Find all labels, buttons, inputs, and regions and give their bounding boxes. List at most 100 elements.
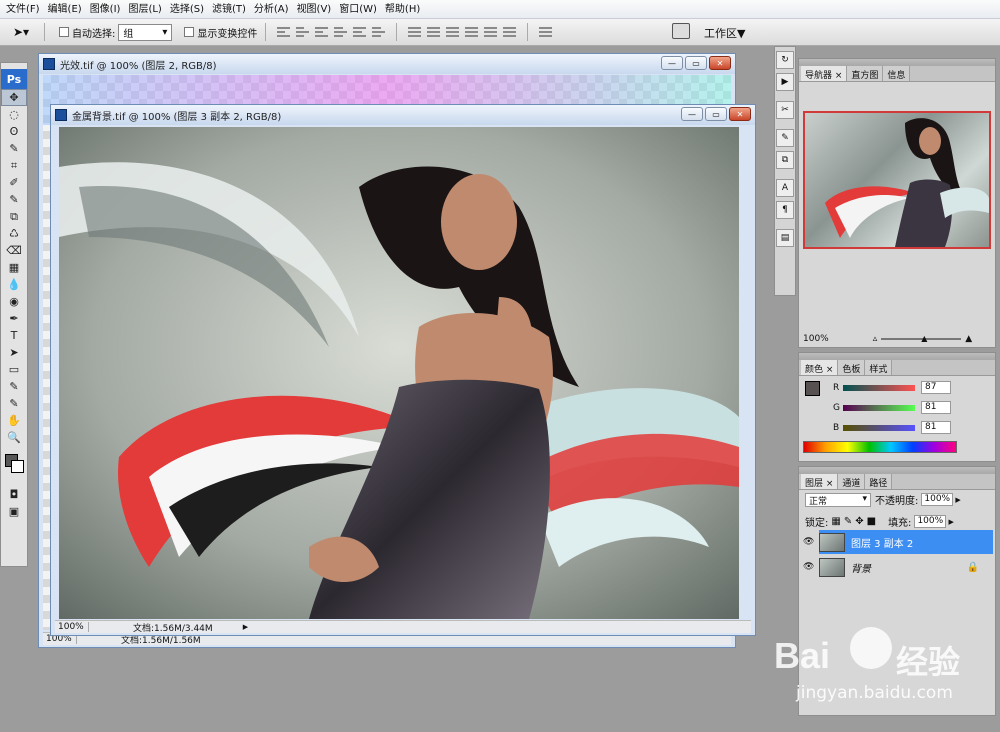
marquee-tool-icon[interactable]: ◌ — [1, 106, 27, 123]
menu-help[interactable]: 帮助(H) — [381, 0, 424, 19]
paragraph-panel-icon[interactable]: ¶ — [776, 201, 794, 219]
doc-titlebar-front[interactable]: 金属背景.tif @ 100% (图层 3 副本 2, RGB/8) — ▭ ✕ — [51, 105, 755, 125]
align-bottom-icon[interactable] — [315, 25, 329, 39]
healing-brush-tool-icon[interactable]: ✎ — [1, 191, 27, 208]
crop-tool-icon[interactable]: ⌗ — [1, 157, 27, 174]
align-top-icon[interactable] — [277, 25, 291, 39]
menu-layer[interactable]: 图层(L) — [124, 0, 165, 19]
menu-image[interactable]: 图像(I) — [86, 0, 125, 19]
history-panel-icon[interactable]: ↻ — [776, 51, 794, 69]
zoom-slider-thumb[interactable]: ▲ — [921, 334, 927, 343]
red-value[interactable]: 87 — [921, 381, 951, 394]
color-spectrum-bar[interactable] — [803, 441, 957, 453]
gradient-tool-icon[interactable]: ▦ — [1, 259, 27, 276]
show-transform-checkbox[interactable] — [184, 27, 195, 37]
menu-window[interactable]: 窗口(W) — [335, 0, 381, 19]
quick-mask-icon[interactable]: ◘ — [1, 486, 27, 503]
magic-wand-tool-icon[interactable]: ✎ — [1, 140, 27, 157]
workspace-menu[interactable]: 工作区▼ — [704, 25, 745, 41]
zoom-tool-icon[interactable]: 🔍 — [1, 429, 27, 446]
green-value[interactable]: 81 — [921, 401, 951, 414]
distribute-hcenter-icon[interactable] — [484, 25, 498, 39]
navigator-preview[interactable] — [803, 111, 991, 249]
visibility-eye-icon[interactable]: 👁 — [803, 537, 814, 547]
show-transform-option[interactable]: 显示变换控件 — [184, 25, 257, 40]
tab-channels[interactable]: 通道 — [838, 474, 866, 489]
eyedropper-tool-icon[interactable]: ✐ — [1, 174, 27, 191]
workspace-icon[interactable] — [672, 23, 690, 39]
close-button[interactable]: ✕ — [709, 56, 731, 70]
lock-transparent-icon[interactable]: ▦ — [831, 516, 840, 527]
stamp-tool-icon[interactable]: ⧉ — [1, 208, 27, 225]
opacity-arrow-icon[interactable]: ▶ — [955, 496, 960, 504]
layer-row-active[interactable]: 图层 3 副本 2 — [819, 530, 993, 554]
distribute-bottom-icon[interactable] — [446, 25, 460, 39]
history-brush-tool-icon[interactable]: ♺ — [1, 225, 27, 242]
layer-comps-icon[interactable]: ▤ — [776, 229, 794, 247]
layer-row[interactable]: 背景 🔒 — [819, 555, 993, 579]
doc-size-info[interactable]: 文档:1.56M/3.44M — [133, 621, 213, 634]
canvas-front[interactable] — [59, 127, 739, 619]
menu-edit[interactable]: 编辑(E) — [44, 0, 86, 19]
tab-layers[interactable]: 图层 × — [801, 474, 839, 489]
tab-styles[interactable]: 样式 — [865, 360, 893, 375]
screen-mode-icon[interactable]: ▣ — [1, 503, 27, 520]
green-slider[interactable] — [843, 404, 915, 411]
align-hcenter-icon[interactable] — [353, 25, 367, 39]
zoom-out-icon[interactable]: ▵ — [873, 334, 878, 344]
type-tool-icon[interactable]: T — [1, 327, 27, 344]
move-tool-icon[interactable]: ✥ — [1, 89, 27, 106]
pen-tool-icon[interactable]: ✒ — [1, 310, 27, 327]
doc-window-front[interactable]: 金属背景.tif @ 100% (图层 3 副本 2, RGB/8) — ▭ ✕ — [50, 104, 756, 636]
blur-tool-icon[interactable]: 💧 — [1, 276, 27, 293]
tab-histogram[interactable]: 直方图 — [847, 66, 884, 81]
move-tool-preset-icon[interactable]: ➤▾ — [6, 22, 36, 42]
notes-tool-icon[interactable]: ✎ — [1, 378, 27, 395]
menu-analysis[interactable]: 分析(A) — [250, 0, 293, 19]
distribute-left-icon[interactable] — [465, 25, 479, 39]
distribute-right-icon[interactable] — [503, 25, 517, 39]
menu-filter[interactable]: 滤镜(T) — [208, 0, 250, 19]
tab-swatches[interactable]: 色板 — [838, 360, 866, 375]
navigator-zoom-value[interactable]: 100% — [803, 334, 829, 344]
lock-all-icon[interactable]: ■ — [867, 516, 876, 527]
zoom-in-icon[interactable]: ▲ — [965, 334, 972, 344]
zoom-slider[interactable]: ▲ — [881, 334, 962, 343]
red-slider[interactable] — [843, 384, 915, 391]
tab-navigator[interactable]: 导航器 × — [801, 66, 848, 81]
blend-mode-dropdown[interactable]: 正常 ▾ — [805, 492, 871, 507]
zoom-level[interactable]: 100% — [55, 622, 89, 632]
auto-select-checkbox[interactable] — [59, 27, 69, 37]
lock-image-icon[interactable]: ✎ — [844, 516, 852, 527]
auto-select-option[interactable]: 自动选择: — [59, 25, 115, 40]
opacity-input[interactable]: 100% — [921, 493, 954, 506]
hand-tool-icon[interactable]: ✋ — [1, 412, 27, 429]
measure-tool-icon[interactable]: ✎ — [1, 395, 27, 412]
actions-panel-icon[interactable]: ▶ — [776, 73, 794, 91]
close-button[interactable]: ✕ — [729, 107, 751, 121]
layer-name[interactable]: 图层 3 副本 2 — [851, 535, 913, 550]
brushes-panel-icon[interactable]: ✎ — [776, 129, 794, 147]
path-select-tool-icon[interactable]: ➤ — [1, 344, 27, 361]
align-right-icon[interactable] — [372, 25, 386, 39]
auto-align-icon[interactable] — [539, 25, 553, 39]
fill-input[interactable]: 100% — [914, 515, 947, 528]
fill-arrow-icon[interactable]: ▶ — [948, 518, 953, 526]
layer-name[interactable]: 背景 — [851, 560, 871, 575]
menu-view[interactable]: 视图(V) — [293, 0, 336, 19]
distribute-top-icon[interactable] — [408, 25, 422, 39]
tool-presets-icon[interactable]: ✂ — [776, 101, 794, 119]
eraser-tool-icon[interactable]: ⌫ — [1, 242, 27, 259]
blue-value[interactable]: 81 — [921, 421, 951, 434]
visibility-eye-icon[interactable]: 👁 — [803, 562, 814, 572]
foreground-color-swatch[interactable] — [805, 381, 820, 396]
menu-select[interactable]: 选择(S) — [166, 0, 208, 19]
menu-file[interactable]: 文件(F) — [2, 0, 44, 19]
auto-select-dropdown[interactable]: 组 ▾ — [118, 23, 173, 41]
character-panel-icon[interactable]: A — [776, 179, 794, 197]
lasso-tool-icon[interactable]: ʘ — [1, 123, 27, 140]
maximize-button[interactable]: ▭ — [705, 107, 727, 121]
tab-paths[interactable]: 路径 — [865, 474, 893, 489]
tab-info[interactable]: 信息 — [883, 66, 911, 81]
scroll-right-arrow-icon[interactable]: ▶ — [243, 623, 248, 631]
